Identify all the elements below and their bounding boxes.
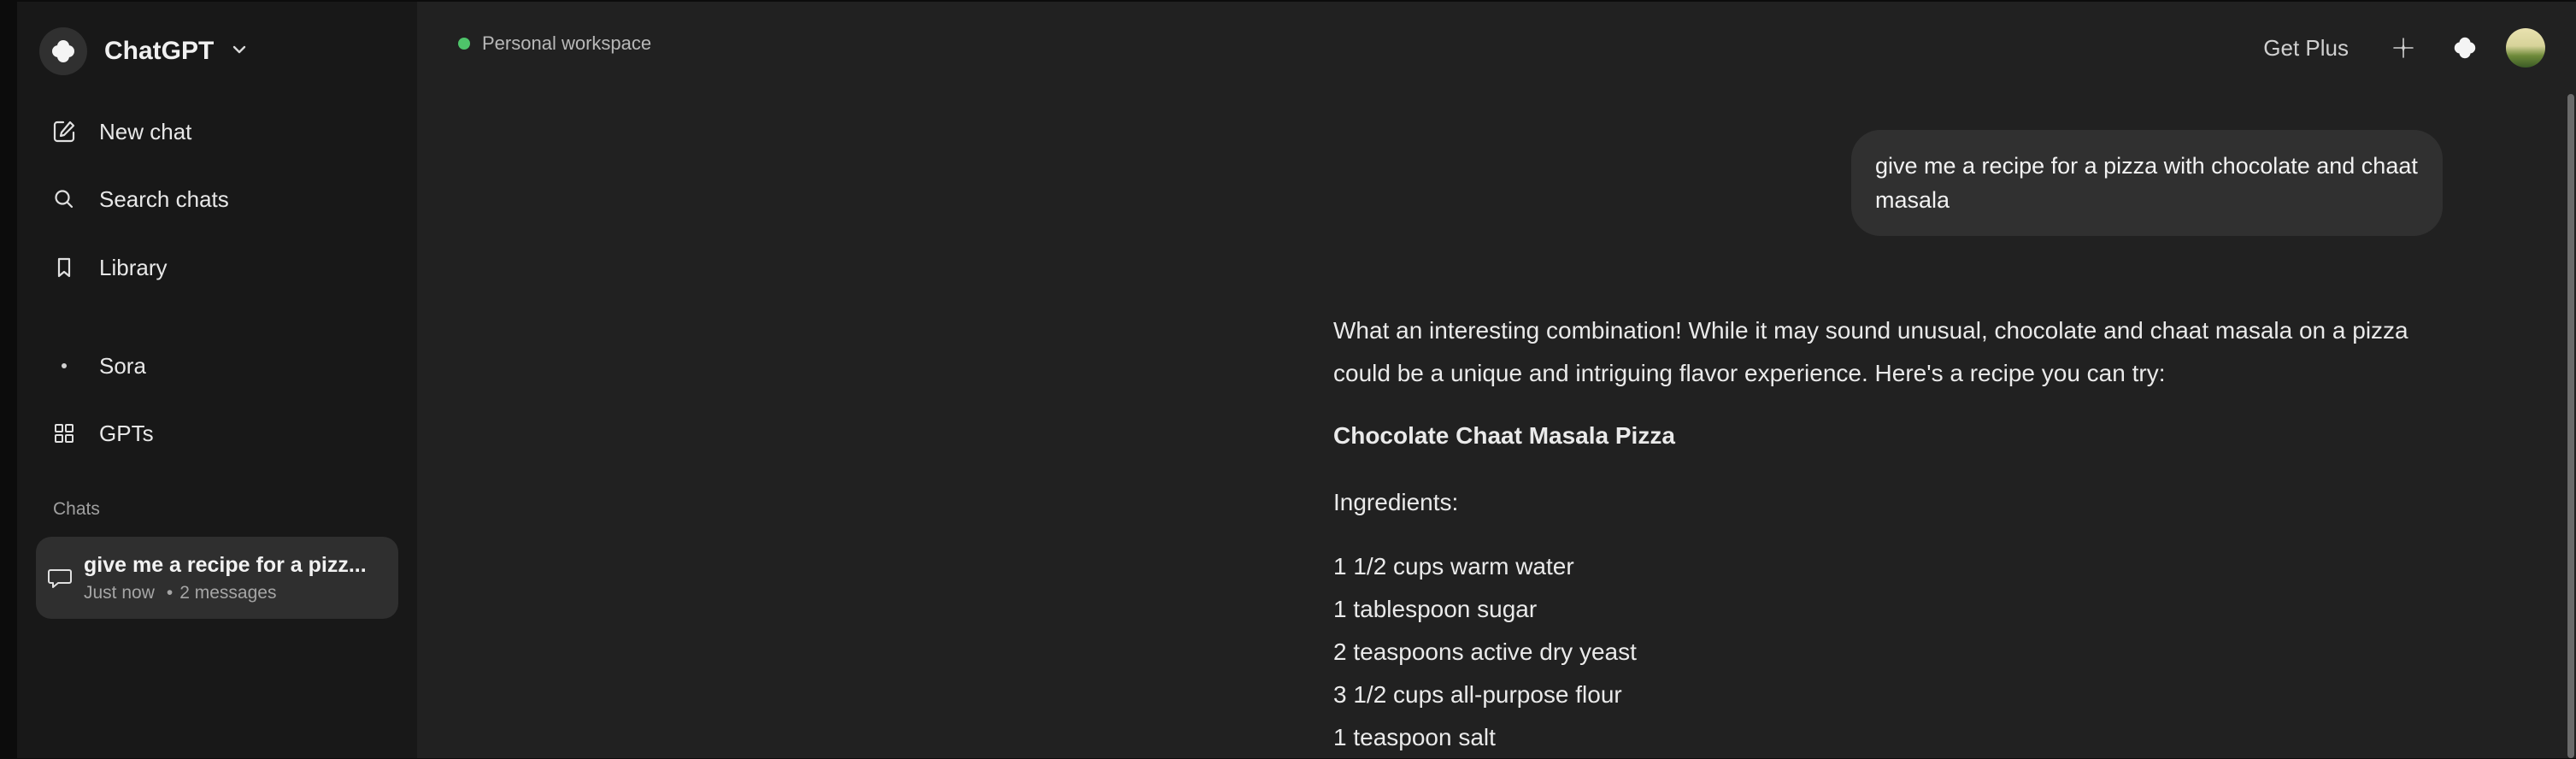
- sidebar: ChatGPT New chat Search chats Library So…: [17, 2, 417, 758]
- chat-history-item[interactable]: give me a recipe for a pizz... Just now •…: [36, 537, 398, 619]
- recipe-title: Chocolate Chaat Masala Pizza: [1333, 422, 1675, 449]
- separator-dot: •: [166, 582, 173, 603]
- compose-icon: [51, 119, 77, 144]
- search-chats-button[interactable]: Search chats: [51, 174, 229, 225]
- new-chat-label: New chat: [99, 118, 192, 144]
- sora-icon: [51, 353, 77, 379]
- chevron-down-icon: [231, 41, 248, 62]
- sora-button[interactable]: Sora: [51, 340, 146, 391]
- workspace-label: Personal workspace: [482, 32, 652, 54]
- model-selector[interactable]: ChatGPT: [39, 26, 248, 77]
- sparkle-icon[interactable]: [2379, 24, 2427, 72]
- workspace-indicator[interactable]: Personal workspace: [458, 32, 651, 55]
- sora-label: Sora: [99, 352, 146, 379]
- user-message-bubble: give me a recipe for a pizza with chocol…: [1851, 130, 2443, 236]
- library-button[interactable]: Library: [51, 242, 167, 293]
- status-dot: [458, 38, 470, 50]
- assistant-intro-line: What an interesting combination! While i…: [1333, 317, 2408, 344]
- brand-name: ChatGPT: [104, 37, 215, 65]
- scrollbar[interactable]: [2567, 94, 2574, 758]
- ingredient-item: 3 1/2 cups all-purpose flour: [1333, 681, 1622, 708]
- ingredient-item: 1 1/2 cups warm water: [1333, 553, 1574, 580]
- bookmark-icon: [51, 255, 77, 280]
- chatgpt-logo-icon: [39, 27, 87, 75]
- chat-time: Just now: [84, 582, 155, 603]
- chat-message-count: 2 messages: [179, 582, 277, 603]
- user-avatar[interactable]: [2506, 28, 2545, 68]
- app-window: ChatGPT New chat Search chats Library So…: [17, 2, 2576, 758]
- header-actions: Get Plus: [2263, 24, 2576, 72]
- ingredient-item: 1 teaspoon salt: [1333, 724, 1496, 750]
- main-panel: Personal workspace Get Plus give me a re…: [417, 2, 2576, 758]
- ingredients-list: 1 1/2 cups warm water 1 tablespoon sugar…: [1333, 545, 2479, 759]
- search-icon: [51, 186, 77, 212]
- chat-title: give me a recipe for a pizz...: [84, 552, 367, 577]
- chats-section-label: Chats: [53, 499, 100, 519]
- new-chat-button[interactable]: New chat: [51, 106, 191, 157]
- gpts-button[interactable]: GPTs: [51, 408, 154, 459]
- library-label: Library: [99, 254, 168, 280]
- assistant-intro-line: could be a unique and intriguing flavor …: [1333, 360, 2166, 386]
- get-plus-button[interactable]: Get Plus: [2263, 35, 2349, 62]
- ingredient-item: 1 tablespoon sugar: [1333, 596, 1538, 622]
- search-chats-label: Search chats: [99, 185, 229, 212]
- chat-bubble-icon: [44, 565, 75, 591]
- ingredient-item: 2 teaspoons active dry yeast: [1333, 638, 1637, 665]
- openai-logo-icon[interactable]: [2441, 24, 2489, 72]
- grid-icon: [51, 421, 77, 446]
- ingredients-heading: Ingredients:: [1333, 489, 1459, 515]
- gpts-label: GPTs: [99, 420, 154, 446]
- assistant-message: What an interesting combination! While i…: [1333, 309, 2479, 759]
